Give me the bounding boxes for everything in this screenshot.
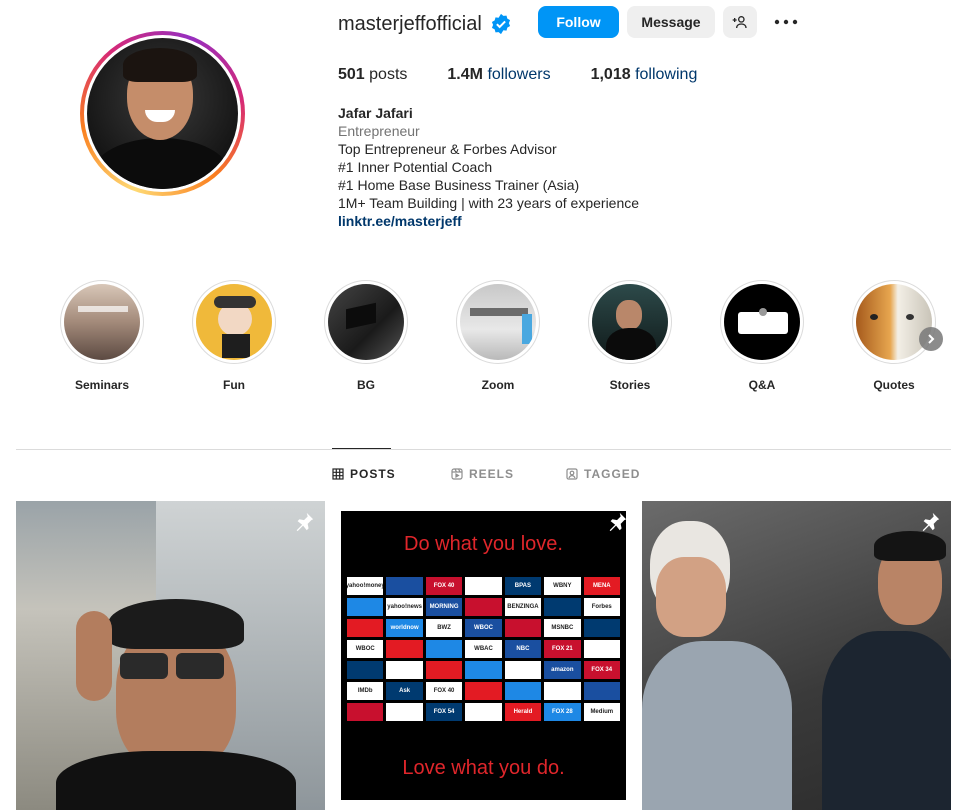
media-logo — [465, 682, 502, 700]
media-logo: yahoo!news — [386, 598, 423, 616]
media-logos-grid: yahoo!money FOX 40 BPAS WBNY MENA yahoo!news M… — [347, 577, 620, 737]
media-logo: Medium — [583, 703, 620, 721]
verified-badge-icon — [491, 13, 511, 35]
post-tile[interactable]: Do what you love. yahoo!money FOX 40 BPAS W… — [329, 501, 638, 810]
media-logo — [583, 619, 620, 637]
media-logo: FOX 54 — [425, 703, 463, 721]
pinned-icon — [296, 512, 314, 532]
media-logo — [386, 661, 423, 679]
media-logo — [425, 640, 463, 658]
active-tab-indicator — [332, 448, 391, 449]
media-logo: FOX 40 — [425, 682, 463, 700]
tab-tagged[interactable]: TAGGED — [566, 467, 640, 481]
post-tile[interactable] — [16, 501, 325, 810]
media-logo — [465, 598, 502, 616]
media-logo: NBC — [504, 640, 542, 658]
post-quote-top: Do what you love. — [404, 533, 563, 555]
media-logo: Forbes — [583, 598, 620, 616]
post-quote-bottom: Love what you do. — [402, 757, 565, 779]
highlight-zoom[interactable]: Zoom — [446, 280, 550, 392]
ellipsis-icon — [774, 19, 798, 25]
media-logo — [465, 577, 502, 595]
grid-icon — [332, 468, 344, 480]
media-logo: WBOC — [465, 619, 502, 637]
followers-link[interactable]: 1.4M followers — [447, 66, 550, 84]
story-highlights: Seminars Fun BG Zoom Stories Q&A Quotes — [40, 280, 954, 400]
profile-username: masterjeffofficial — [338, 13, 482, 35]
media-logo: Herald — [504, 703, 542, 721]
media-logo — [504, 661, 542, 679]
more-options-button[interactable] — [770, 9, 802, 35]
media-logo: FOX 28 — [544, 703, 581, 721]
following-link[interactable]: 1,018 following — [591, 66, 698, 84]
media-logo: worldnow — [386, 619, 423, 637]
media-logo — [544, 598, 581, 616]
media-logo — [425, 661, 463, 679]
media-logo — [465, 661, 502, 679]
message-button[interactable]: Message — [627, 6, 715, 38]
media-logo — [347, 598, 384, 616]
media-logo: FOX 21 — [544, 640, 581, 658]
media-logo: BPAS — [504, 577, 542, 595]
highlight-seminars[interactable]: Seminars — [50, 280, 154, 392]
media-logo — [583, 640, 620, 658]
media-logo: FOX 40 — [425, 577, 463, 595]
media-logo: FOX 34 — [583, 661, 620, 679]
media-logo — [347, 619, 384, 637]
media-logo — [544, 682, 581, 700]
media-logo: IMDb — [347, 682, 384, 700]
add-person-icon — [732, 16, 747, 29]
tabs-divider — [16, 449, 951, 450]
profile-avatar[interactable] — [80, 31, 245, 196]
media-logo — [347, 703, 384, 721]
pinned-icon — [922, 512, 940, 532]
media-logo: MORNING — [425, 598, 463, 616]
profile-category: Entrepreneur — [338, 123, 420, 139]
media-logo — [386, 640, 423, 658]
reels-icon — [451, 468, 463, 480]
media-logo — [504, 682, 542, 700]
media-logo: WBAC — [465, 640, 502, 658]
bio-link[interactable]: linktr.ee/masterjeff — [338, 212, 639, 230]
media-logo: Ask — [386, 682, 423, 700]
post-tile[interactable] — [642, 501, 951, 810]
media-logo: amazon — [544, 661, 581, 679]
media-logo: WBOC — [347, 640, 384, 658]
tab-posts[interactable]: POSTS — [332, 467, 396, 481]
profile-bio: Jafar Jafari Entrepreneur Top Entreprene… — [338, 104, 639, 230]
profile-stats: 501 posts 1.4M followers 1,018 following — [338, 66, 737, 84]
media-logo: BENZINGA — [504, 598, 542, 616]
media-logo — [386, 577, 423, 595]
media-logo: yahoo!money — [347, 577, 384, 595]
media-logo: BWZ — [425, 619, 463, 637]
media-logo: MSNBC — [544, 619, 581, 637]
bio-line: 1M+ Team Building | with 23 years of exp… — [338, 195, 640, 211]
bio-line: #1 Home Base Business Trainer (Asia) — [338, 177, 580, 193]
chevron-right-icon — [928, 334, 935, 344]
media-logo — [583, 682, 620, 700]
profile-full-name: Jafar Jafari — [338, 105, 413, 121]
tagged-icon — [566, 468, 578, 480]
tab-reels[interactable]: REELS — [451, 467, 514, 481]
avatar-photo — [87, 38, 238, 189]
media-logo — [386, 703, 423, 721]
media-logo — [504, 619, 542, 637]
media-logo — [347, 661, 384, 679]
media-logo: MENA — [583, 577, 620, 595]
highlight-qa[interactable]: Q&A — [710, 280, 814, 392]
highlight-bg[interactable]: BG — [314, 280, 418, 392]
highlights-next-button[interactable] — [919, 327, 943, 351]
pinned-icon — [609, 512, 627, 532]
media-logo — [465, 703, 502, 721]
suggested-accounts-button[interactable] — [723, 6, 757, 38]
media-logo: WBNY — [544, 577, 581, 595]
highlight-stories[interactable]: Stories — [578, 280, 682, 392]
follow-button[interactable]: Follow — [538, 6, 619, 38]
posts-count: 501 posts — [338, 66, 408, 83]
highlight-fun[interactable]: Fun — [182, 280, 286, 392]
bio-line: #1 Inner Potential Coach — [338, 159, 493, 175]
bio-line: Top Entrepreneur & Forbes Advisor — [338, 141, 557, 157]
